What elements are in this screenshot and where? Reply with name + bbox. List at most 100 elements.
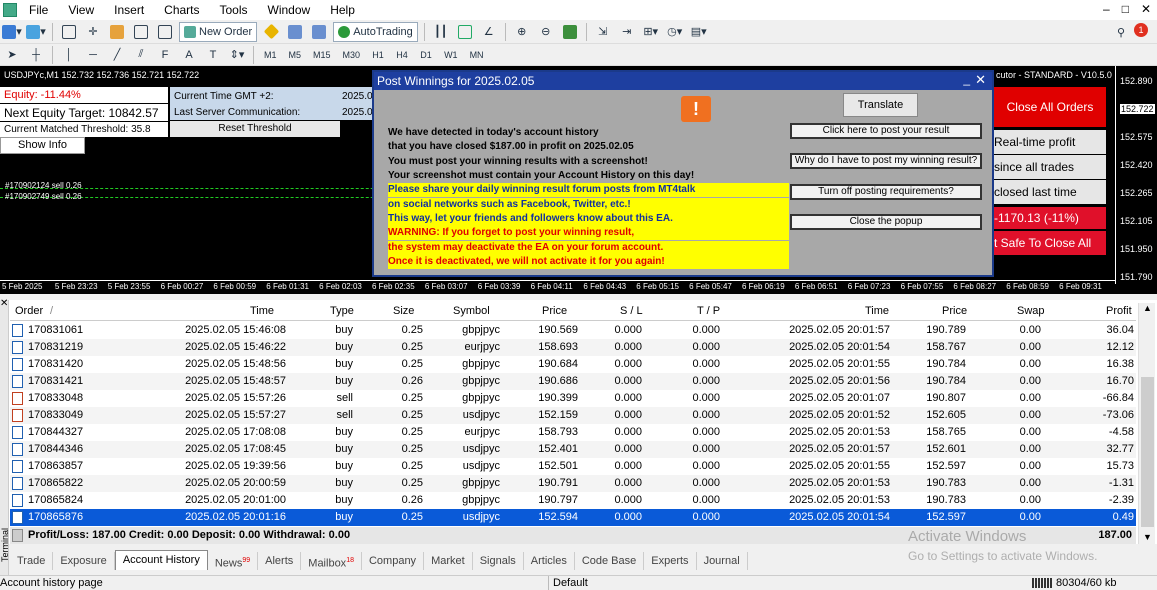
indicators-icon[interactable]: ⊞▾	[641, 22, 661, 42]
menu-help[interactable]: Help	[320, 3, 365, 17]
timeframe-m30[interactable]: M30	[339, 45, 365, 65]
equidistant-channel-icon[interactable]: ⫽	[131, 45, 151, 65]
cursor-icon[interactable]: ➤	[2, 45, 22, 65]
table-row[interactable]: 170831061 2025.02.05 15:46:08 buy 0.25 gbpjp…	[10, 322, 1136, 339]
close-popup-button[interactable]: Close the popup	[790, 214, 982, 230]
periods-icon[interactable]: ◷▾	[665, 22, 685, 42]
meta-editor-icon[interactable]	[261, 22, 281, 42]
vertical-line-icon[interactable]: │	[59, 45, 79, 65]
column-header-order[interactable]: Order	[15, 303, 43, 320]
timeframe-w1[interactable]: W1	[440, 45, 462, 65]
menu-file[interactable]: File	[19, 3, 58, 17]
fibonacci-icon[interactable]: F	[155, 45, 175, 65]
tab-code-base[interactable]: Code Base	[575, 552, 645, 570]
maximize-button[interactable]: □	[1122, 2, 1129, 16]
zoom-out-icon[interactable]: ⊖	[536, 22, 556, 42]
tab-news[interactable]: News99	[208, 552, 259, 570]
column-header-close-time[interactable]: Time	[865, 303, 889, 320]
arrows-icon[interactable]: ⇕▾	[227, 45, 247, 65]
market-watch-icon[interactable]	[59, 22, 79, 42]
table-scrollbar[interactable]: ▲ ▼	[1138, 303, 1155, 544]
timeframe-m5[interactable]: M5	[285, 45, 306, 65]
table-row[interactable]: 170844346 2025.02.05 17:08:45 buy 0.25 usdjp…	[10, 441, 1136, 458]
tab-journal[interactable]: Journal	[697, 552, 748, 570]
crosshair-icon[interactable]: ┼	[26, 45, 46, 65]
table-row[interactable]: 170865876 2025.02.05 20:01:16 buy 0.25 usdjp…	[10, 509, 1136, 526]
scroll-down-icon[interactable]: ▼	[1143, 532, 1152, 542]
timeframe-d1[interactable]: D1	[416, 45, 436, 65]
autotrading-button[interactable]: AutoTrading	[333, 21, 418, 42]
table-row[interactable]: 170833049 2025.02.05 15:57:27 sell 0.25 usdj…	[10, 407, 1136, 424]
signals-icon[interactable]	[285, 22, 305, 42]
menu-charts[interactable]: Charts	[154, 3, 209, 17]
strategy-tester-icon[interactable]	[155, 22, 175, 42]
column-header-symbol[interactable]: Symbol	[453, 303, 490, 320]
popup-minimize-button[interactable]: _	[963, 72, 970, 86]
timeframe-h1[interactable]: H1	[368, 45, 388, 65]
column-header-profit[interactable]: Profit	[1106, 303, 1132, 320]
realtime-profit-button[interactable]: Real-time profit	[994, 130, 1106, 154]
since-all-trades-button[interactable]: since all trades	[994, 155, 1106, 179]
terminal-icon[interactable]	[131, 22, 151, 42]
tile-windows-icon[interactable]	[560, 22, 580, 42]
table-row[interactable]: 170865824 2025.02.05 20:01:00 buy 0.26 gbpjp…	[10, 492, 1136, 509]
scroll-thumb[interactable]	[1141, 377, 1154, 527]
menu-insert[interactable]: Insert	[104, 3, 154, 17]
show-info-button[interactable]: Show Info	[0, 137, 85, 154]
tab-mailbox[interactable]: Mailbox18	[301, 552, 362, 570]
close-all-orders-button[interactable]: Close All Orders	[994, 87, 1106, 127]
tab-company[interactable]: Company	[362, 552, 425, 570]
trendline-icon[interactable]: ╱	[107, 45, 127, 65]
timeframe-m15[interactable]: M15	[309, 45, 335, 65]
tab-market[interactable]: Market	[424, 552, 473, 570]
label-icon[interactable]: T	[203, 45, 223, 65]
column-header-type[interactable]: Type	[330, 303, 354, 320]
terminal-close-icon[interactable]: ✕	[0, 298, 8, 309]
timeframe-h4[interactable]: H4	[392, 45, 412, 65]
scroll-up-icon[interactable]: ▲	[1143, 303, 1152, 313]
why-post-button[interactable]: Why do I have to post my winning result?	[790, 153, 982, 169]
timeframe-m1[interactable]: M1	[260, 45, 281, 65]
tab-trade[interactable]: Trade	[10, 552, 54, 570]
table-row[interactable]: 170863857 2025.02.05 19:39:56 buy 0.25 usdjp…	[10, 458, 1136, 475]
post-result-button[interactable]: Click here to post your result	[790, 123, 982, 139]
templates-icon[interactable]: ▤▾	[689, 22, 709, 42]
popup-close-button[interactable]: ✕	[975, 72, 986, 88]
minimize-button[interactable]: –	[1103, 2, 1110, 16]
new-order-button[interactable]: New Order	[179, 21, 258, 42]
table-row[interactable]: 170831420 2025.02.05 15:48:56 buy 0.25 gbpjp…	[10, 356, 1136, 373]
search-icon[interactable]: ⚲	[1111, 22, 1131, 42]
tab-alerts[interactable]: Alerts	[258, 552, 302, 570]
turn-off-posting-button[interactable]: Turn off posting requirements?	[790, 184, 982, 200]
candlestick-icon[interactable]	[455, 22, 475, 42]
tab-articles[interactable]: Articles	[524, 552, 575, 570]
close-window-button[interactable]: ✕	[1141, 2, 1151, 16]
column-header-tp[interactable]: T / P	[697, 303, 720, 320]
menu-view[interactable]: View	[58, 3, 104, 17]
table-row[interactable]: 170865822 2025.02.05 20:00:59 buy 0.25 gbpjp…	[10, 475, 1136, 492]
column-header-swap[interactable]: Swap	[1017, 303, 1045, 320]
column-header-price[interactable]: Price	[542, 303, 567, 320]
menu-tools[interactable]: Tools	[210, 3, 258, 17]
tab-account-history[interactable]: Account History	[114, 550, 208, 570]
reset-threshold-button[interactable]: Reset Threshold	[170, 121, 340, 137]
closed-last-time-button[interactable]: closed last time	[994, 180, 1106, 204]
autoscroll-icon[interactable]: ⇲	[593, 22, 613, 42]
menu-window[interactable]: Window	[258, 3, 321, 17]
table-row[interactable]: 170833048 2025.02.05 15:57:26 sell 0.25 gbpj…	[10, 390, 1136, 407]
tab-exposure[interactable]: Exposure	[53, 552, 115, 570]
table-row[interactable]: 170844327 2025.02.05 17:08:08 buy 0.25 eurjp…	[10, 424, 1136, 441]
tab-experts[interactable]: Experts	[644, 552, 697, 570]
navigator-icon[interactable]	[107, 22, 127, 42]
translate-button[interactable]: Translate	[843, 93, 918, 117]
table-row[interactable]: 170831421 2025.02.05 15:48:57 buy 0.26 gbpjp…	[10, 373, 1136, 390]
new-chart-icon[interactable]: ▾	[2, 22, 22, 42]
chart-shift-icon[interactable]: ⇥	[617, 22, 637, 42]
safe-to-close-button[interactable]: t Safe To Close All	[994, 231, 1106, 255]
column-header-time[interactable]: Time	[250, 303, 274, 320]
table-row[interactable]: 170831219 2025.02.05 15:46:22 buy 0.25 eurjp…	[10, 339, 1136, 356]
bar-chart-icon[interactable]: ┃┃	[431, 22, 451, 42]
zoom-in-icon[interactable]: ⊕	[512, 22, 532, 42]
column-header-sl[interactable]: S / L	[620, 303, 643, 320]
horizontal-line-icon[interactable]: ─	[83, 45, 103, 65]
